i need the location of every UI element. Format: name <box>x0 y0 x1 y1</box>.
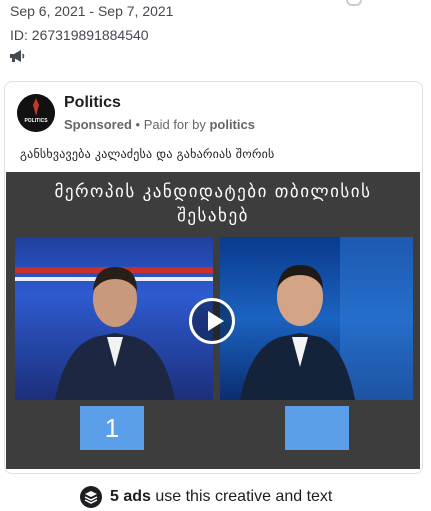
play-icon[interactable] <box>189 298 235 344</box>
ad-body-text: განსხვავება კალაძესა და გახარიას შორის <box>20 147 275 161</box>
ad-video[interactable]: მეროპის კანდიდატები თბილისის შესახებ 1 <box>6 172 420 469</box>
video-title-line-1: მეროპის კანდიდატები თბილისის <box>54 182 372 202</box>
megaphone-icon <box>9 49 25 63</box>
candidate-number-box-2 <box>285 406 349 450</box>
candidate-left-image <box>15 237 213 400</box>
ads-count[interactable]: 5 ads <box>110 488 151 505</box>
ads-usage-footer: 5 ads use this creative and text <box>80 486 332 508</box>
candidate-right-image <box>220 237 413 400</box>
avatar-logo-text: POLITICS <box>24 118 48 124</box>
candidate-number-box-1: 1 <box>80 406 144 450</box>
video-title: მეროპის კანდიდატები თბილისის შესახებ <box>6 180 420 228</box>
paid-for-prefix: Paid for by <box>143 117 210 132</box>
separator: • <box>131 117 144 132</box>
page-avatar[interactable]: POLITICS <box>17 94 55 132</box>
page-name-link[interactable]: Politics <box>64 94 121 112</box>
sponsored-label: Sponsored <box>64 117 132 132</box>
ads-usage-text: use this creative and text <box>150 488 333 506</box>
top-right-partial-icon <box>346 0 362 6</box>
sponsor-line: Sponsored • Paid for by politics <box>64 117 255 132</box>
ad-card: POLITICS Politics Sponsored • Paid for b… <box>4 81 423 474</box>
paid-for-name: politics <box>209 117 255 132</box>
layers-icon <box>80 486 102 508</box>
ad-date-range: Sep 6, 2021 - Sep 7, 2021 <box>10 3 174 19</box>
ad-id: ID: 267319891884540 <box>10 27 149 43</box>
video-title-line-2: შესახებ <box>177 206 249 226</box>
